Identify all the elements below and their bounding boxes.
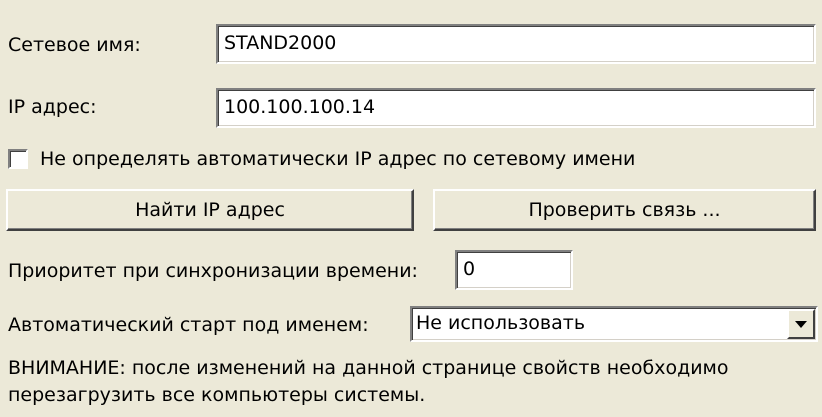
network-name-label: Сетевое имя: bbox=[8, 34, 141, 56]
check-connection-button[interactable]: Проверить связь ... bbox=[433, 189, 816, 231]
warning-text: ВНИМАНИЕ: после изменений на данной стра… bbox=[8, 355, 788, 409]
ip-address-label: IP адрес: bbox=[8, 96, 97, 118]
auto-ip-checkbox[interactable] bbox=[8, 149, 28, 169]
network-name-input[interactable]: STAND2000 bbox=[216, 24, 816, 64]
auto-start-select[interactable]: Не использовать bbox=[410, 306, 818, 342]
auto-ip-checkbox-label[interactable]: Не определять автоматически IP адрес по … bbox=[40, 147, 635, 171]
chevron-down-icon bbox=[795, 321, 807, 328]
auto-start-dropdown-button[interactable] bbox=[787, 309, 815, 339]
warning-line-1: ВНИМАНИЕ: после изменений на данной стра… bbox=[8, 357, 729, 379]
time-sync-priority-input[interactable]: 0 bbox=[455, 250, 573, 290]
properties-panel: Сетевое имя: STAND2000 IP адрес: 100.100… bbox=[0, 0, 822, 417]
auto-start-selected-value: Не использовать bbox=[416, 312, 586, 334]
time-sync-priority-label: Приоритет при синхронизации времени: bbox=[8, 260, 418, 282]
ip-address-input[interactable]: 100.100.100.14 bbox=[216, 88, 816, 128]
auto-start-label: Автоматический старт под именем: bbox=[8, 314, 369, 336]
warning-line-2: перезагрузить все компьютеры системы. bbox=[8, 384, 426, 406]
find-ip-button[interactable]: Найти IP адрес bbox=[6, 189, 414, 231]
